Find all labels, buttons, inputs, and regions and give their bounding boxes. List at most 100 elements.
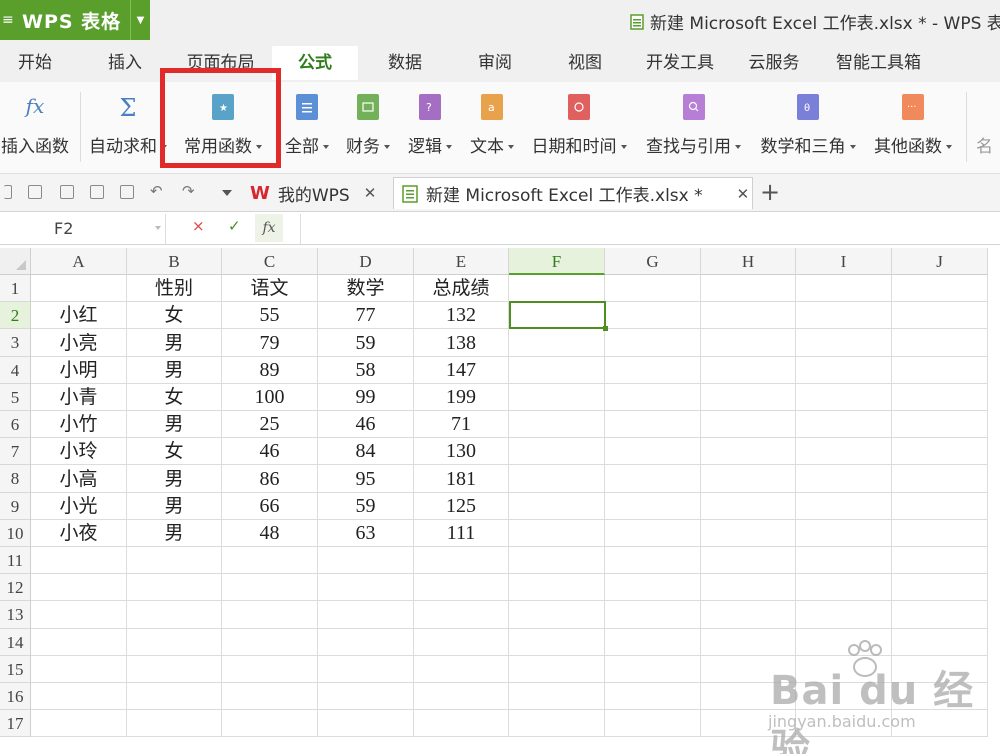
cell-A1[interactable]: [31, 275, 127, 302]
tab-data[interactable]: 数据: [370, 46, 440, 80]
cell-B9[interactable]: 男: [127, 493, 222, 520]
cell-D7[interactable]: 84: [318, 438, 414, 465]
cell-F17[interactable]: [509, 710, 605, 737]
formula-input[interactable]: [300, 214, 1000, 244]
tab-developer[interactable]: 开发工具: [635, 46, 725, 80]
cell-C3[interactable]: 79: [222, 329, 318, 357]
logical-button[interactable]: ? 逻辑: [402, 82, 458, 174]
active-cell-F2[interactable]: [509, 301, 608, 331]
math-trig-button[interactable]: θ 数学和三角: [756, 82, 860, 174]
cell-C1[interactable]: 语文: [222, 275, 318, 302]
cell-G12[interactable]: [605, 574, 701, 601]
cell-B15[interactable]: [127, 656, 222, 683]
cell-I2[interactable]: [796, 302, 892, 329]
row-header-9[interactable]: 9: [0, 493, 31, 520]
cell-D15[interactable]: [318, 656, 414, 683]
redo-icon[interactable]: ↷: [182, 182, 195, 200]
cell-A5[interactable]: 小青: [31, 384, 127, 411]
cell-C6[interactable]: 25: [222, 411, 318, 438]
cell-J7[interactable]: [892, 438, 988, 465]
cell-G10[interactable]: [605, 520, 701, 547]
cell-F7[interactable]: [509, 438, 605, 465]
financial-button[interactable]: 财务: [340, 82, 396, 174]
cell-G14[interactable]: [605, 629, 701, 656]
cell-F13[interactable]: [509, 601, 605, 629]
cell-B10[interactable]: 男: [127, 520, 222, 547]
cell-E7[interactable]: 130: [414, 438, 509, 465]
cell-C14[interactable]: [222, 629, 318, 656]
cell-B8[interactable]: 男: [127, 465, 222, 493]
cell-A8[interactable]: 小高: [31, 465, 127, 493]
cell-B11[interactable]: [127, 547, 222, 574]
cell-G8[interactable]: [605, 465, 701, 493]
cell-B17[interactable]: [127, 710, 222, 737]
cell-B6[interactable]: 男: [127, 411, 222, 438]
select-all-corner[interactable]: [0, 248, 31, 275]
tab-home[interactable]: 开始: [0, 46, 70, 80]
cell-C9[interactable]: 66: [222, 493, 318, 520]
cell-H2[interactable]: [701, 302, 796, 329]
cell-C8[interactable]: 86: [222, 465, 318, 493]
cell-D2[interactable]: 77: [318, 302, 414, 329]
cell-G11[interactable]: [605, 547, 701, 574]
cell-E9[interactable]: 125: [414, 493, 509, 520]
cell-G5[interactable]: [605, 384, 701, 411]
cell-F9[interactable]: [509, 493, 605, 520]
name-box-dropdown-icon[interactable]: [155, 226, 161, 230]
cell-A7[interactable]: 小玲: [31, 438, 127, 465]
row-header-14[interactable]: 14: [0, 629, 31, 656]
cell-F6[interactable]: [509, 411, 605, 438]
confirm-entry-icon[interactable]: ✓: [228, 217, 241, 235]
cell-A16[interactable]: [31, 683, 127, 710]
cell-E1[interactable]: 总成绩: [414, 275, 509, 302]
app-menu-button[interactable]: ≡ WPS 表格 ▼: [0, 0, 150, 40]
tab-review[interactable]: 审阅: [460, 46, 530, 80]
cell-I3[interactable]: [796, 329, 892, 357]
cell-A10[interactable]: 小夜: [31, 520, 127, 547]
cell-A15[interactable]: [31, 656, 127, 683]
cell-B3[interactable]: 男: [127, 329, 222, 357]
cell-E13[interactable]: [414, 601, 509, 629]
name-box[interactable]: F2: [0, 214, 166, 244]
column-header-E[interactable]: E: [414, 248, 509, 275]
cell-B4[interactable]: 男: [127, 357, 222, 384]
cell-G3[interactable]: [605, 329, 701, 357]
cell-H10[interactable]: [701, 520, 796, 547]
cell-D12[interactable]: [318, 574, 414, 601]
cell-F1[interactable]: [509, 275, 605, 302]
tab-smart-toolbox[interactable]: 智能工具箱: [826, 46, 931, 80]
cell-B16[interactable]: [127, 683, 222, 710]
row-header-17[interactable]: 17: [0, 710, 31, 737]
close-icon[interactable]: ✕: [364, 184, 377, 202]
cell-I5[interactable]: [796, 384, 892, 411]
cell-I12[interactable]: [796, 574, 892, 601]
cell-E10[interactable]: 111: [414, 520, 509, 547]
cell-C12[interactable]: [222, 574, 318, 601]
row-header-6[interactable]: 6: [0, 411, 31, 438]
cell-D13[interactable]: [318, 601, 414, 629]
cell-I4[interactable]: [796, 357, 892, 384]
row-header-15[interactable]: 15: [0, 656, 31, 683]
cell-E15[interactable]: [414, 656, 509, 683]
close-icon[interactable]: ✕: [737, 185, 750, 203]
save-icon[interactable]: [28, 185, 42, 199]
column-header-B[interactable]: B: [127, 248, 222, 275]
row-header-16[interactable]: 16: [0, 683, 31, 710]
cell-E16[interactable]: [414, 683, 509, 710]
cell-C2[interactable]: 55: [222, 302, 318, 329]
cell-J12[interactable]: [892, 574, 988, 601]
undo-icon[interactable]: ↶: [150, 182, 163, 200]
row-header-5[interactable]: 5: [0, 384, 31, 411]
cell-D8[interactable]: 95: [318, 465, 414, 493]
cell-J9[interactable]: [892, 493, 988, 520]
cell-C10[interactable]: 48: [222, 520, 318, 547]
cell-F15[interactable]: [509, 656, 605, 683]
cell-E12[interactable]: [414, 574, 509, 601]
quick-access-dropdown-icon[interactable]: [222, 190, 232, 196]
open-icon[interactable]: [4, 185, 12, 199]
cell-I7[interactable]: [796, 438, 892, 465]
cell-I8[interactable]: [796, 465, 892, 493]
cell-C5[interactable]: 100: [222, 384, 318, 411]
cell-E6[interactable]: 71: [414, 411, 509, 438]
tab-view[interactable]: 视图: [550, 46, 620, 80]
